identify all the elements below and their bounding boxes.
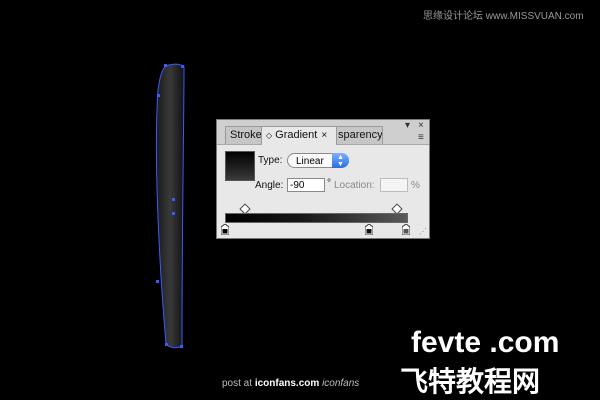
gradient-panel: ▾ × Stroke sparency ◇ Gradient × ≡ Type: L… [216,119,430,239]
footer-credit: post at iconfans.com iconfans [222,378,359,389]
tab-close-icon[interactable]: × [321,130,327,141]
tab-gradient-label: Gradient [275,129,318,141]
tab-transparency[interactable]: sparency [335,126,383,144]
footer-site: iconfans.com [254,378,320,389]
panel-tab-bar: ▾ × Stroke sparency ◇ Gradient × ≡ [217,120,429,145]
angle-label: Angle: [255,180,284,191]
site-logo-text: fevte .com [411,326,560,359]
footer-prefix: post at [222,378,253,389]
type-select-value: Linear [296,156,324,167]
location-label: Location: [334,180,375,191]
resize-grip-icon[interactable]: ⋰ [419,227,427,236]
type-label: Type: [258,155,283,166]
collapse-icon[interactable]: ▾ [405,121,410,131]
anchor-point [172,212,175,215]
anchor-point [157,94,160,97]
tab-gradient[interactable]: ◇ Gradient × [261,126,337,145]
tab-transparency-label: sparency [338,129,383,141]
type-select[interactable]: Linear ▲ ▼ [287,153,349,168]
panel-menu-icon[interactable]: ≡ [418,132,424,143]
footer-logo: iconfans [322,378,360,389]
anchor-point [180,345,183,348]
site-logo-chinese: 飞特教程网 [400,365,541,398]
anchor-point [181,65,184,68]
anchor-point [172,198,175,201]
color-stop-right[interactable] [402,224,410,235]
location-input[interactable] [380,178,408,192]
gradient-preview-swatch[interactable] [225,151,255,181]
gradient-slider-bar[interactable] [225,213,408,223]
anchor-point [156,280,159,283]
color-stop-left[interactable] [221,224,229,235]
select-arrows-icon: ▲ ▼ [332,153,349,168]
selected-curved-shape [155,63,185,349]
tab-options-icon: ◇ [266,131,273,140]
angle-input[interactable]: -90 [287,178,325,192]
tab-stroke-label: Stroke [230,129,262,141]
anchor-point [165,343,168,346]
close-icon[interactable]: × [418,121,424,131]
angle-unit: ° [327,178,331,189]
color-stop-middle[interactable] [365,224,373,235]
location-unit: % [411,180,420,191]
anchor-point [164,64,167,67]
